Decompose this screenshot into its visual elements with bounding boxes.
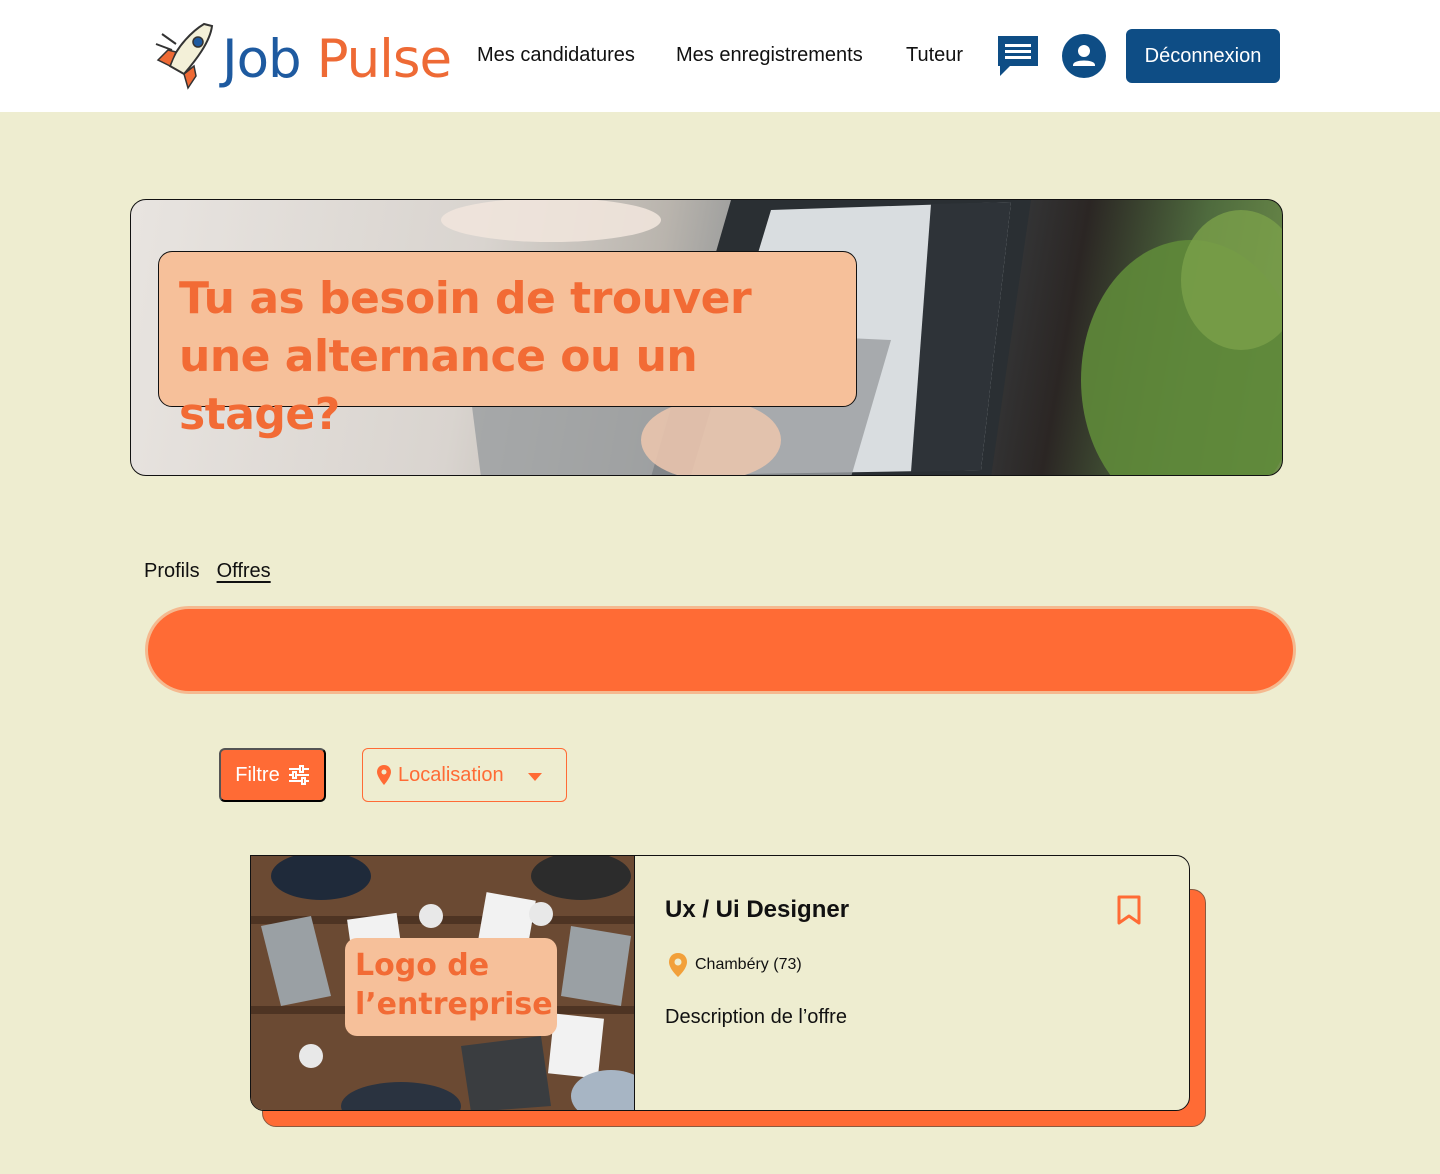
top-header: Job Pulse Mes candidatures Mes enregistr… bbox=[0, 0, 1440, 112]
location-pin-icon bbox=[377, 765, 391, 785]
nav-applications[interactable]: Mes candidatures bbox=[477, 44, 635, 67]
hero-banner: Tu as besoin de trouver une alternance o… bbox=[130, 199, 1283, 476]
tab-offers[interactable]: Offres bbox=[217, 560, 271, 583]
bookmark-icon[interactable] bbox=[1115, 894, 1143, 926]
hero-headline-box: Tu as besoin de trouver une alternance o… bbox=[158, 251, 857, 440]
sliders-icon bbox=[288, 765, 309, 785]
location-dropdown[interactable]: Localisation bbox=[362, 748, 567, 802]
brand-name: Job Pulse bbox=[222, 27, 452, 86]
location-label: Localisation bbox=[398, 763, 504, 786]
logout-button[interactable]: Déconnexion bbox=[1126, 29, 1280, 83]
caret-down-icon bbox=[527, 773, 542, 781]
results-tabs: Profils Offres bbox=[144, 560, 271, 583]
company-logo-placeholder: Logo de l’entreprise bbox=[345, 938, 557, 1036]
brand-name-part2: Pulse bbox=[316, 28, 453, 90]
brand-logo[interactable]: Job Pulse bbox=[154, 20, 452, 92]
offer-location: Chambéry (73) bbox=[667, 952, 802, 978]
tab-profiles[interactable]: Profils bbox=[144, 560, 200, 583]
hero-title: Tu as besoin de trouver une alternance o… bbox=[179, 273, 752, 440]
filter-button[interactable]: Filtre bbox=[219, 748, 326, 802]
nav-saved[interactable]: Mes enregistrements bbox=[676, 44, 863, 67]
chat-icon[interactable] bbox=[996, 34, 1040, 78]
offer-title[interactable]: Ux / Ui Designer bbox=[665, 896, 849, 924]
location-pin-icon bbox=[669, 953, 687, 977]
search-input[interactable] bbox=[145, 606, 1296, 694]
nav-tutor[interactable]: Tuteur bbox=[906, 44, 963, 67]
user-profile-button[interactable] bbox=[1062, 34, 1106, 78]
offer-location-text: Chambéry (73) bbox=[695, 956, 802, 973]
user-icon bbox=[1073, 45, 1095, 66]
offer-company-image: Logo de l’entreprise bbox=[251, 856, 635, 1110]
offer-description: Description de l’offre bbox=[665, 1006, 847, 1028]
company-logo-label: Logo de l’entreprise bbox=[355, 948, 553, 1022]
rocket-logo-icon bbox=[155, 22, 214, 90]
brand-name-part1: Job bbox=[222, 28, 302, 90]
filter-label: Filtre bbox=[235, 763, 280, 786]
offer-card[interactable]: Logo de l’entreprise Ux / Ui Designer Ch… bbox=[250, 855, 1190, 1111]
